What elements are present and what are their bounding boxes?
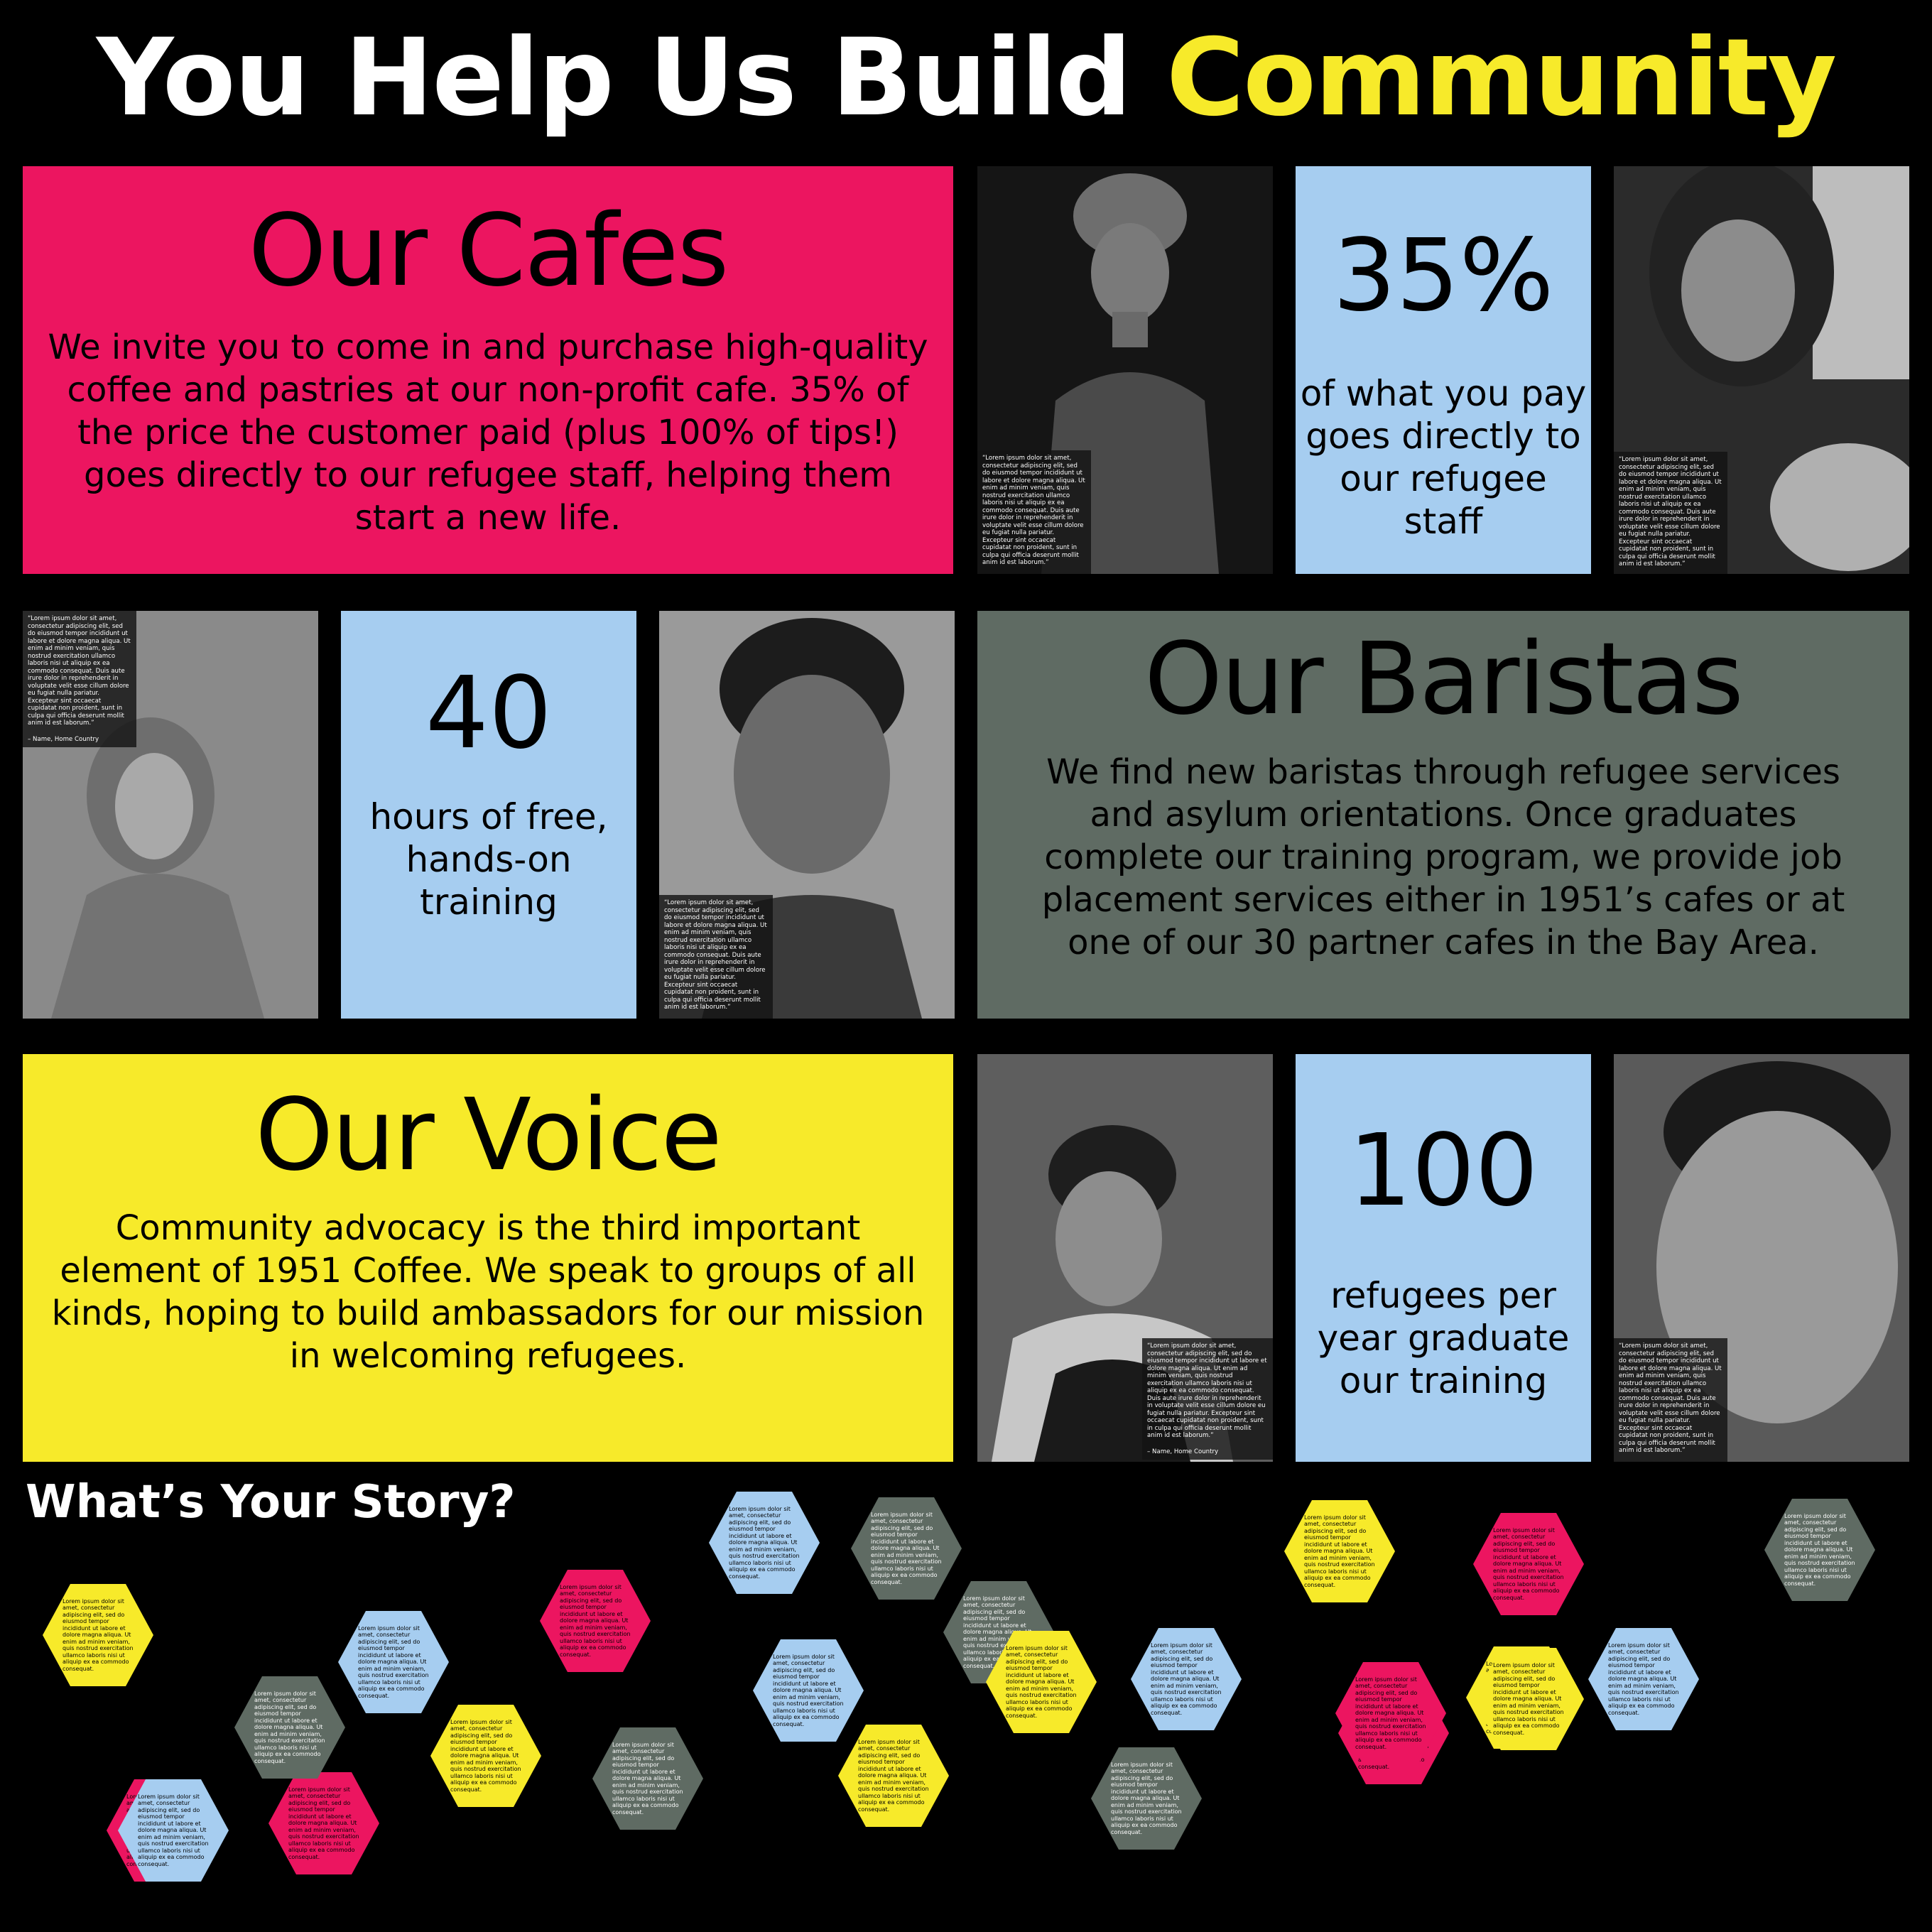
story-hexagon: Lorem ipsum dolor sit amet, consectetur …	[430, 1705, 541, 1807]
quote-text: “Lorem ipsum dolor sit amet, consectetur…	[1619, 1342, 1722, 1454]
story-hexagon: Lorem ipsum dolor sit amet, consectetur …	[338, 1611, 449, 1713]
story-hexagon-text: Lorem ipsum dolor sit amet, consectetur …	[1111, 1761, 1182, 1835]
stat-card-40: 40 hours of free, hands-on training	[341, 611, 636, 1019]
cafes-panel: Our Cafes We invite you to come in and p…	[23, 166, 953, 574]
story-hexagon-text: Lorem ipsum dolor sit amet, consectetur …	[1493, 1526, 1564, 1601]
portrait-photo-4: “Lorem ipsum dolor sit amet, consectetur…	[659, 611, 955, 1019]
story-hexagon-text: Lorem ipsum dolor sit amet, consectetur …	[254, 1690, 325, 1764]
portrait-photo-2: “Lorem ipsum dolor sit amet, consectetur…	[1614, 166, 1909, 574]
quote-author: – Name, Home Country	[28, 735, 99, 743]
voice-heading: Our Voice	[255, 1078, 722, 1193]
story-hexagon: Lorem ipsum dolor sit amet, consectetur …	[540, 1570, 651, 1672]
story-hexagon-text: Lorem ipsum dolor sit amet, consectetur …	[1355, 1676, 1426, 1750]
quote-text: “Lorem ipsum dolor sit amet, consectetur…	[1619, 456, 1722, 568]
story-hexagon: Lorem ipsum dolor sit amet, consectetur …	[592, 1727, 703, 1830]
story-hexagon: Lorem ipsum dolor sit amet, consectetur …	[753, 1639, 864, 1742]
story-hexagon: Lorem ipsum dolor sit amet, consectetur …	[838, 1725, 949, 1827]
story-hexagon-text: Lorem ipsum dolor sit amet, consectetur …	[1493, 1661, 1564, 1736]
story-hexagon: Lorem ipsum dolor sit amet, consectetur …	[851, 1497, 962, 1600]
story-hexagon-text: Lorem ipsum dolor sit amet, consectetur …	[450, 1718, 521, 1793]
stat-text: of what you pay goes directly to our ref…	[1300, 373, 1587, 542]
quote-text: “Lorem ipsum dolor sit amet, consectetur…	[28, 615, 131, 727]
story-hexagon-text: Lorem ipsum dolor sit amet, consectetur …	[858, 1738, 929, 1813]
quote-card: “Lorem ipsum dolor sit amet, consectetur…	[659, 895, 773, 1019]
title-part-highlight: Community	[1166, 16, 1837, 140]
story-hexagon: Lorem ipsum dolor sit amet, consectetur …	[1091, 1747, 1202, 1850]
baristas-panel: Our Baristas We find new baristas throug…	[977, 611, 1909, 1019]
quote-text: “Lorem ipsum dolor sit amet, consectetur…	[664, 899, 767, 1011]
baristas-body: We find new baristas through refugee ser…	[1041, 752, 1845, 962]
story-hexagon-text: Lorem ipsum dolor sit amet, consectetur …	[63, 1597, 134, 1672]
story-hexagon: Lorem ipsum dolor sit amet, consectetur …	[1588, 1628, 1699, 1730]
voice-panel: Our Voice Community advocacy is the thir…	[23, 1054, 953, 1462]
story-hexagon: Lorem ipsum dolor sit amet, consectetur …	[234, 1676, 345, 1779]
page-title: You Help Us Build Community	[0, 21, 1932, 135]
stat-number: 100	[1348, 1113, 1538, 1229]
stat-number: 40	[425, 656, 553, 771]
stat-text: hours of free, hands-on training	[369, 796, 608, 923]
stat-number: 35%	[1333, 218, 1554, 334]
story-hexagon: Lorem ipsum dolor sit amet, consectetur …	[1284, 1500, 1395, 1602]
story-hexagon: Lorem ipsum dolor sit amet, consectetur …	[1131, 1628, 1242, 1730]
title-part-white: You Help Us Build	[96, 16, 1132, 140]
portrait-photo-5: “Lorem ipsum dolor sit amet, consectetur…	[977, 1054, 1273, 1462]
story-hexagon-text: Lorem ipsum dolor sit amet, consectetur …	[358, 1624, 429, 1699]
stat-card-35: 35% of what you pay goes directly to our…	[1296, 166, 1591, 574]
story-hexagon-text: Lorem ipsum dolor sit amet, consectetur …	[288, 1786, 359, 1860]
story-hexagon-text: Lorem ipsum dolor sit amet, consectetur …	[612, 1741, 683, 1816]
quote-text: “Lorem ipsum dolor sit amet, consectetur…	[982, 455, 1085, 566]
voice-body: Community advocacy is the third importan…	[51, 1208, 925, 1376]
story-hexagon: Lorem ipsum dolor sit amet, consectetur …	[1764, 1499, 1875, 1601]
story-hexagon-text: Lorem ipsum dolor sit amet, consectetur …	[560, 1583, 631, 1658]
quote-card: “Lorem ipsum dolor sit amet, consectetur…	[1614, 1338, 1727, 1462]
story-hexagon-text: Lorem ipsum dolor sit amet, consectetur …	[138, 1793, 209, 1867]
quote-card: “Lorem ipsum dolor sit amet, consectetur…	[977, 450, 1091, 574]
story-hexagon: Lorem ipsum dolor sit amet, consectetur …	[709, 1492, 820, 1594]
story-hexagon: Lorem ipsum dolor sit amet, consectetur …	[43, 1584, 153, 1686]
quote-text: “Lorem ipsum dolor sit amet, consectetur…	[1147, 1342, 1267, 1439]
story-heading: What’s Your Story?	[26, 1476, 516, 1529]
story-hexagon-text: Lorem ipsum dolor sit amet, consectetur …	[1006, 1644, 1077, 1719]
portrait-photo-1: “Lorem ipsum dolor sit amet, consectetur…	[977, 166, 1273, 574]
stat-text: refugees per year graduate our training	[1317, 1275, 1570, 1401]
portrait-photo-6: “Lorem ipsum dolor sit amet, consectetur…	[1614, 1054, 1909, 1462]
story-hexagon-text: Lorem ipsum dolor sit amet, consectetur …	[1304, 1514, 1375, 1588]
quote-author: – Name, Home Country	[1147, 1448, 1219, 1455]
quote-card: “Lorem ipsum dolor sit amet, consectetur…	[1614, 452, 1727, 574]
story-hexagon-text: Lorem ipsum dolor sit amet, consectetur …	[871, 1511, 942, 1585]
story-hexagon: Lorem ipsum dolor sit amet, consectetur …	[268, 1772, 379, 1874]
baristas-heading: Our Baristas	[1144, 622, 1744, 737]
story-hexagon-text: Lorem ipsum dolor sit amet, consectetur …	[1784, 1512, 1855, 1587]
quote-card: “Lorem ipsum dolor sit amet, consectetur…	[1142, 1338, 1273, 1460]
cafes-body: We invite you to come in and purchase hi…	[48, 327, 928, 538]
story-hexagon-text: Lorem ipsum dolor sit amet, consectetur …	[1608, 1641, 1679, 1716]
portrait-photo-3: “Lorem ipsum dolor sit amet, consectetur…	[23, 611, 318, 1019]
story-hexagon: Lorem ipsum dolor sit amet, consectetur …	[1473, 1513, 1584, 1615]
story-hexagon-text: Lorem ipsum dolor sit amet, consectetur …	[729, 1505, 800, 1580]
story-hexagon-text: Lorem ipsum dolor sit amet, consectetur …	[773, 1653, 844, 1727]
cafes-heading: Our Cafes	[248, 193, 729, 309]
quote-card: “Lorem ipsum dolor sit amet, consectetur…	[23, 611, 136, 747]
stat-card-100: 100 refugees per year graduate our train…	[1296, 1054, 1591, 1462]
story-hexagon-text: Lorem ipsum dolor sit amet, consectetur …	[1151, 1641, 1222, 1716]
